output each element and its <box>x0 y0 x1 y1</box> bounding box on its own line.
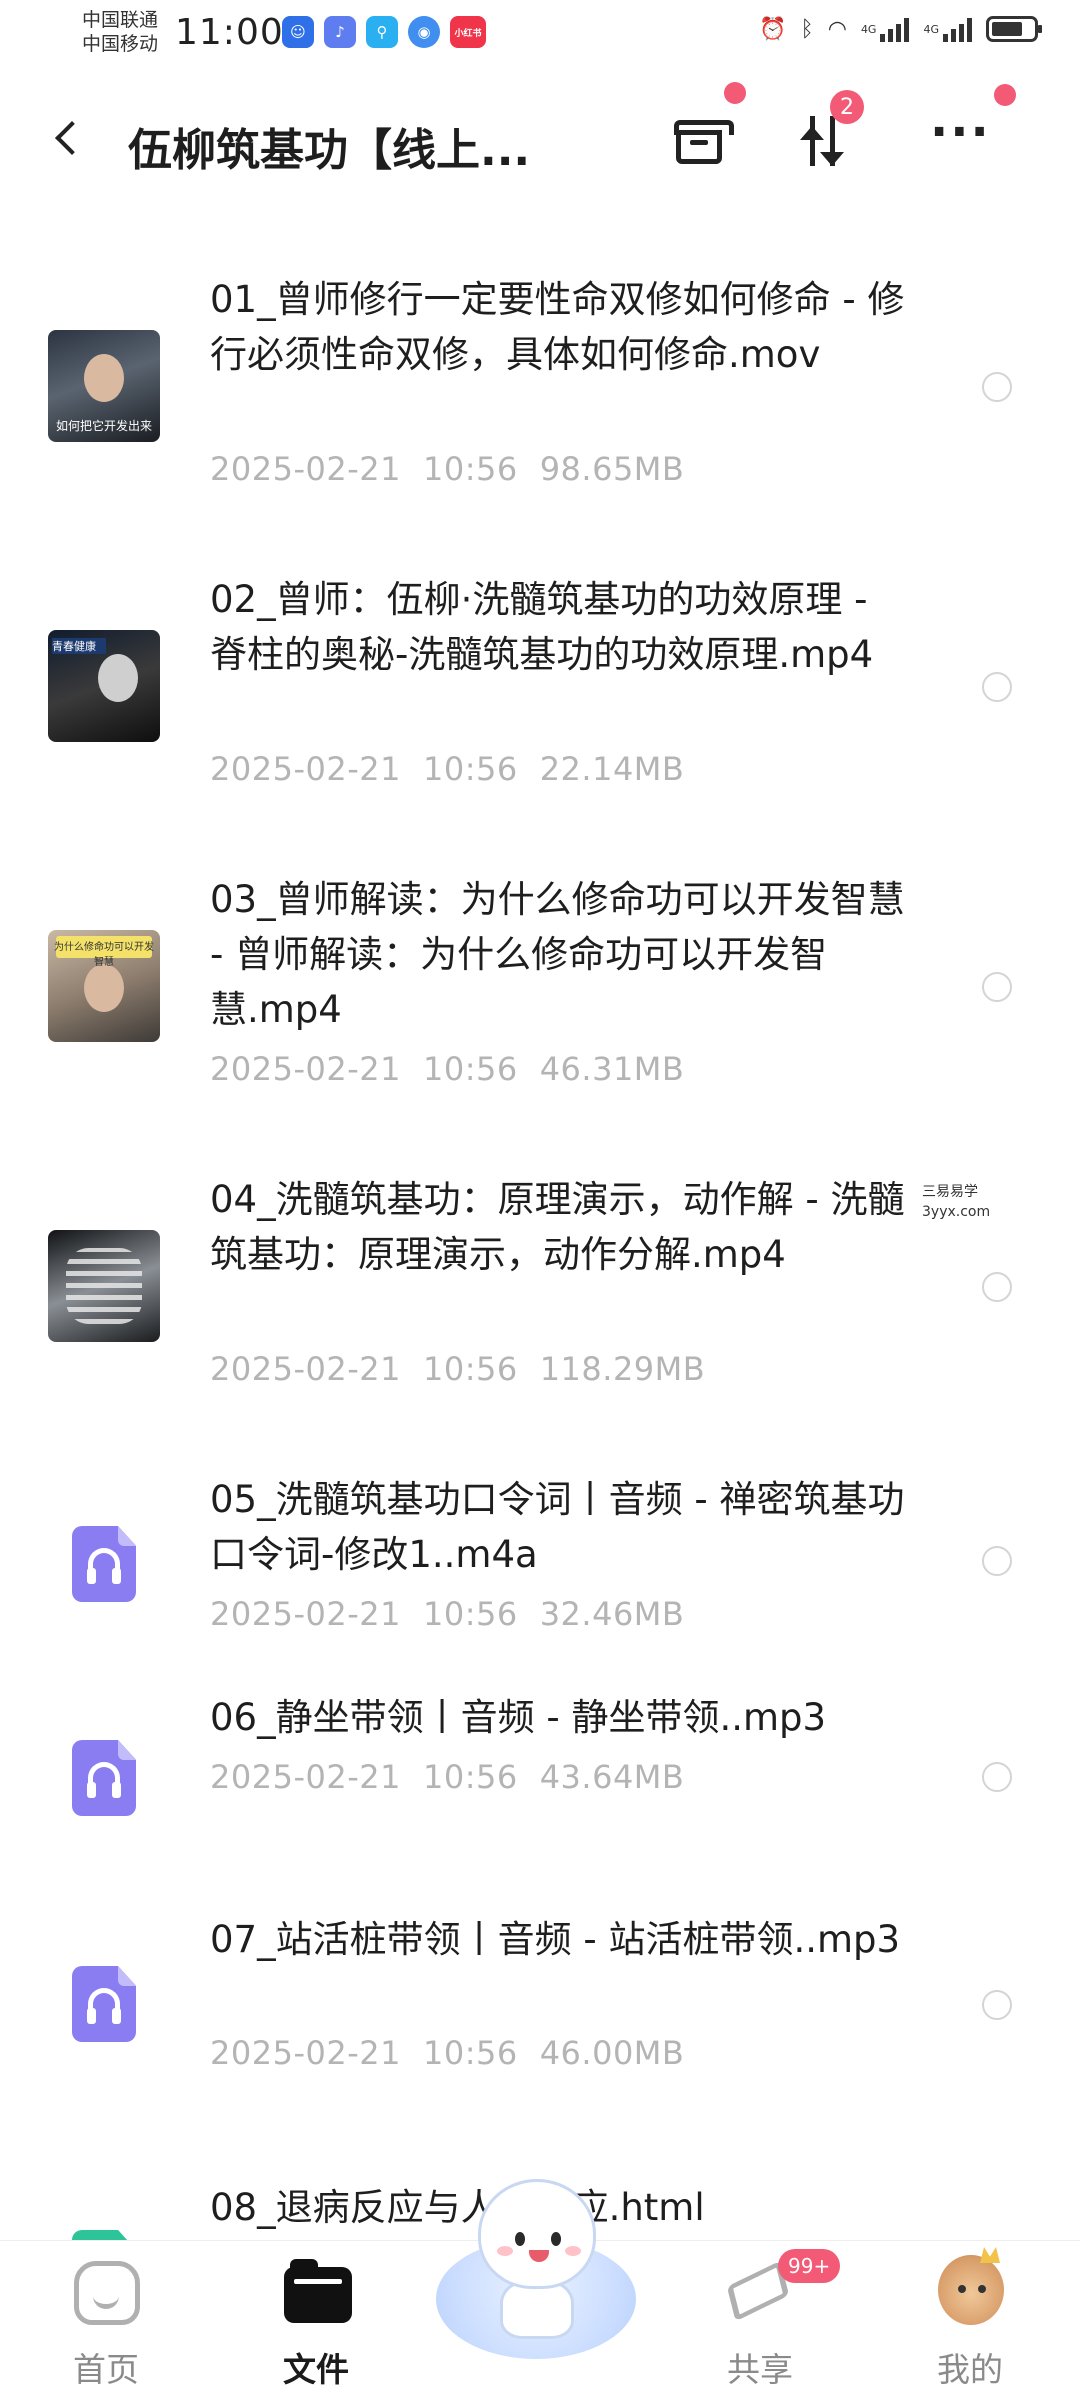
thumbnail-caption: 为什么修命功可以开发智慧 <box>54 942 154 968</box>
video-thumbnail: 如何把它开发出来 <box>48 330 160 442</box>
file-time: 10:56 <box>422 750 518 788</box>
file-name: 04_洗髓筑基功：原理演示，动作解 - 洗髓筑基功：原理演示，动作分解.mp4 <box>210 1178 905 1276</box>
file-meta: 2025-02-21 10:56 22.14MB <box>210 750 706 788</box>
clock: 11:00 <box>175 12 284 53</box>
select-radio[interactable] <box>982 672 1012 702</box>
file-name: 05_洗髓筑基功口令词丨音频 - 禅密筑基功口令词-修改1..m4a <box>210 1478 905 1576</box>
file-date: 2025-02-21 <box>210 1050 401 1088</box>
file-meta: 2025-02-21 10:56 43.64MB <box>210 1758 706 1796</box>
file-time: 10:56 <box>422 1050 518 1088</box>
nav-home[interactable]: 首页 <box>36 2241 176 2401</box>
file-time: 10:56 <box>422 1758 518 1796</box>
file-time: 10:56 <box>422 450 518 488</box>
video-thumbnail: 青春健康 <box>48 630 160 742</box>
nav-label: 首页 <box>73 2350 139 2389</box>
share-badge: 99+ <box>778 2249 841 2283</box>
sort-badge: 2 <box>830 90 864 124</box>
video-thumbnail: 为什么修命功可以开发智慧 <box>48 930 160 1042</box>
bluetooth-icon: ᛒ <box>800 16 814 42</box>
audio-file-icon <box>72 1740 136 1816</box>
file-size: 22.14MB <box>539 750 685 788</box>
notification-app-icon: ☺ <box>282 16 314 48</box>
audio-file-icon <box>72 1526 136 1602</box>
file-date: 2025-02-21 <box>210 1595 401 1633</box>
file-date: 2025-02-21 <box>210 450 401 488</box>
select-radio[interactable] <box>982 1990 1012 2020</box>
nav-label: 文件 <box>283 2350 349 2389</box>
select-radio[interactable] <box>982 372 1012 402</box>
file-time: 10:56 <box>422 1595 518 1633</box>
mascot-assistant-button[interactable] <box>428 2179 646 2379</box>
file-name: 03_曾师解读：为什么修命功可以开发智慧 - 曾师解读：为什么修命功可以开发智慧… <box>210 878 905 1031</box>
xiaohongshu-app-icon: 小红书 <box>450 16 486 48</box>
nav-me[interactable]: 我的 <box>900 2241 1040 2401</box>
bottom-navigation: 首页 文件 99+ 共享 我的 <box>0 2179 1080 2401</box>
alarm-icon: ⏰ <box>759 16 787 42</box>
archive-button[interactable] <box>670 112 734 172</box>
file-size: 98.65MB <box>539 450 685 488</box>
file-size: 32.46MB <box>539 1595 685 1633</box>
file-name: 06_静坐带领丨音频 - 静坐带领..mp3 <box>210 1696 827 1739</box>
file-meta: 2025-02-21 10:56 98.65MB <box>210 450 706 488</box>
file-date: 2025-02-21 <box>210 1350 401 1388</box>
file-size: 46.00MB <box>539 2034 685 2072</box>
wifi-icon: ◠ <box>827 16 847 42</box>
notification-icons: ☺ ♪ ⚲ ◉ 小红书 ··· <box>282 16 532 48</box>
battery-icon <box>986 16 1042 42</box>
network-type-1: 4G <box>860 22 877 36</box>
select-radio[interactable] <box>982 1762 1012 1792</box>
folder-title: 伍柳筑基功【线上... <box>128 125 531 176</box>
file-time: 10:56 <box>422 2034 518 2072</box>
audio-file-icon <box>72 1966 136 2042</box>
file-name: 01_曾师修行一定要性命双修如何修命 - 修行必须性命双修，具体如何修命.mov <box>210 278 905 376</box>
nav-label: 共享 <box>727 2350 793 2389</box>
carrier-1: 中国联通 <box>82 9 159 31</box>
system-icons: ⏰ ᛒ ◠ 4G 4G <box>759 16 1042 42</box>
watermark: 三易易学 3yyx.com <box>922 1182 990 1222</box>
file-name: 02_曾师：伍柳·洗髓筑基功的功效原理 - 脊柱的奥秘-洗髓筑基功的功效原理.m… <box>210 578 874 676</box>
search-app-icon: ⚲ <box>366 16 398 48</box>
network-type-2: 4G <box>923 22 939 36</box>
browser-app-icon: ◉ <box>408 16 440 48</box>
file-meta: 2025-02-21 10:56 118.29MB <box>210 1350 727 1388</box>
nav-files[interactable]: 文件 <box>246 2241 386 2401</box>
file-date: 2025-02-21 <box>210 750 401 788</box>
archive-red-dot <box>724 82 746 104</box>
signal-icon-1 <box>880 16 910 42</box>
folder-icon <box>284 2259 352 2323</box>
select-radio[interactable] <box>982 1546 1012 1576</box>
file-name: 07_站活桩带领丨音频 - 站活桩带领..mp3 <box>210 1918 901 1961</box>
file-size: 46.31MB <box>539 1050 685 1088</box>
app-header: 伍柳筑基功【线上... 2 ··· <box>0 82 1080 200</box>
more-options-button[interactable]: ··· <box>930 108 990 172</box>
more-red-dot <box>994 84 1016 106</box>
file-date: 2025-02-21 <box>210 2034 401 2072</box>
nav-share[interactable]: 99+ 共享 <box>690 2241 841 2401</box>
select-radio[interactable] <box>982 1272 1012 1302</box>
more-notifications-icon: ··· <box>507 23 525 41</box>
music-app-icon: ♪ <box>324 16 356 48</box>
carrier-labels: 中国联通 中国移动 <box>82 8 158 56</box>
thumbnail-caption: 如何把它开发出来 <box>55 419 152 433</box>
status-bar: 中国联通 中国移动 11:00 ☺ ♪ ⚲ ◉ 小红书 ··· ⏰ ᛒ ◠ 4G… <box>0 0 1080 72</box>
file-meta: 2025-02-21 10:56 32.46MB <box>210 1595 706 1633</box>
file-size: 118.29MB <box>539 1350 706 1388</box>
watermark-line-1: 三易易学 <box>922 1184 978 1200</box>
signal-icon-2 <box>943 16 972 42</box>
nav-label: 我的 <box>937 2350 1003 2389</box>
back-button[interactable] <box>50 118 90 158</box>
file-time: 10:56 <box>422 1350 518 1388</box>
file-meta: 2025-02-21 10:56 46.00MB <box>210 2034 706 2072</box>
watermark-line-2: 3yyx.com <box>922 1204 991 1220</box>
file-size: 43.64MB <box>539 1758 685 1796</box>
home-icon <box>74 2261 140 2325</box>
select-radio[interactable] <box>982 972 1012 1002</box>
thumbnail-caption: 青春健康 <box>52 638 106 654</box>
file-date: 2025-02-21 <box>210 1758 401 1796</box>
avatar-icon <box>938 2255 1004 2325</box>
video-thumbnail <box>48 1230 160 1342</box>
file-meta: 2025-02-21 10:56 46.31MB <box>210 1050 706 1088</box>
carrier-2: 中国移动 <box>82 33 159 55</box>
